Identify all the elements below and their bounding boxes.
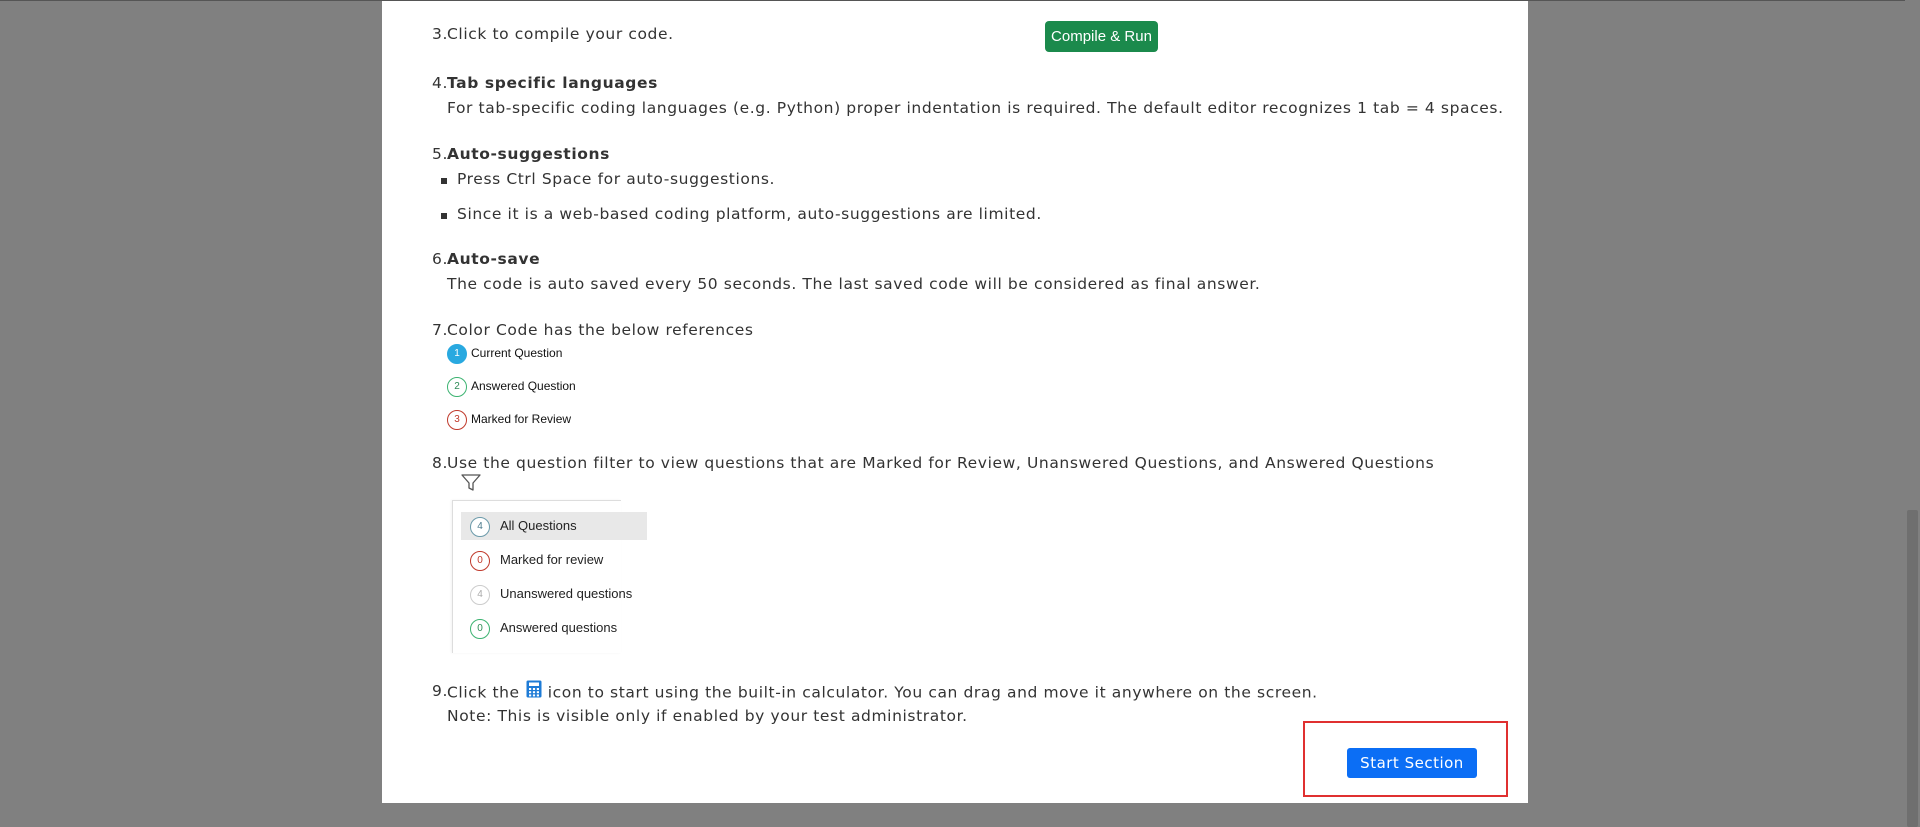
item-title: Auto-suggestions bbox=[447, 145, 610, 163]
item-number: 6. bbox=[432, 250, 448, 268]
bullet-icon bbox=[441, 178, 447, 184]
item-text: Use the question filter to view question… bbox=[447, 454, 1435, 472]
count-badge: 0 bbox=[470, 551, 490, 571]
item-number: 5. bbox=[432, 145, 448, 163]
filter-all-questions[interactable]: 4 All Questions bbox=[461, 512, 647, 540]
item-number: 3. bbox=[432, 25, 448, 43]
current-question-badge: 1 bbox=[447, 344, 467, 364]
item-number: 4. bbox=[432, 74, 448, 92]
filter-marked-for-review[interactable]: 0 Marked for review bbox=[461, 546, 647, 574]
calculator-icon bbox=[526, 680, 542, 702]
filter-label: Unanswered questions bbox=[500, 586, 633, 601]
filter-unanswered-questions[interactable]: 4 Unanswered questions bbox=[461, 580, 647, 608]
item-text-before: Click the bbox=[447, 683, 520, 702]
compile-run-button[interactable]: Compile & Run bbox=[1045, 21, 1158, 52]
filter-label: Marked for review bbox=[500, 552, 604, 567]
scrollbar-thumb[interactable] bbox=[1907, 510, 1918, 827]
item-title: Tab specific languages bbox=[447, 74, 658, 92]
count-badge: 4 bbox=[470, 585, 490, 605]
item-text: Click to compile your code. bbox=[447, 25, 674, 43]
item-number: 7. bbox=[432, 321, 448, 339]
count-badge: 0 bbox=[470, 619, 490, 639]
instructions-panel: 3. Click to compile your code. Compile &… bbox=[382, 1, 1528, 803]
item-number: 8. bbox=[432, 454, 448, 472]
item-text: For tab-specific coding languages (e.g. … bbox=[447, 99, 1504, 117]
item-text: Color Code has the below references bbox=[447, 321, 754, 339]
marked-review-badge: 3 bbox=[447, 410, 467, 430]
item-text-after: icon to start using the built-in calcula… bbox=[547, 683, 1318, 702]
bullet-icon bbox=[441, 213, 447, 219]
item-title: Auto-save bbox=[447, 250, 541, 268]
filter-label: All Questions bbox=[500, 518, 577, 533]
legend-label: Current Question bbox=[471, 346, 563, 360]
answered-question-badge: 2 bbox=[447, 377, 467, 397]
question-filter-dropdown: 4 All Questions 0 Marked for review 4 Un… bbox=[452, 500, 647, 653]
filter-label: Answered questions bbox=[500, 620, 618, 635]
funnel-icon bbox=[461, 474, 481, 496]
note-text: Note: This is visible only if enabled by… bbox=[447, 707, 968, 725]
item-text: The code is auto saved every 50 seconds.… bbox=[447, 275, 1261, 293]
item-text: Click the icon to start using the built-i… bbox=[447, 680, 1318, 704]
filter-answered-questions[interactable]: 0 Answered questions bbox=[461, 614, 647, 642]
start-section-button[interactable]: Start Section bbox=[1347, 748, 1477, 778]
count-badge: 4 bbox=[470, 517, 490, 537]
legend-label: Answered Question bbox=[471, 379, 576, 393]
bullet-text: Since it is a web-based coding platform,… bbox=[457, 205, 1042, 223]
bullet-text: Press Ctrl Space for auto-suggestions. bbox=[457, 170, 776, 188]
legend-label: Marked for Review bbox=[471, 412, 572, 426]
scrollbar-track[interactable] bbox=[1905, 0, 1920, 827]
item-number: 9. bbox=[432, 682, 448, 700]
